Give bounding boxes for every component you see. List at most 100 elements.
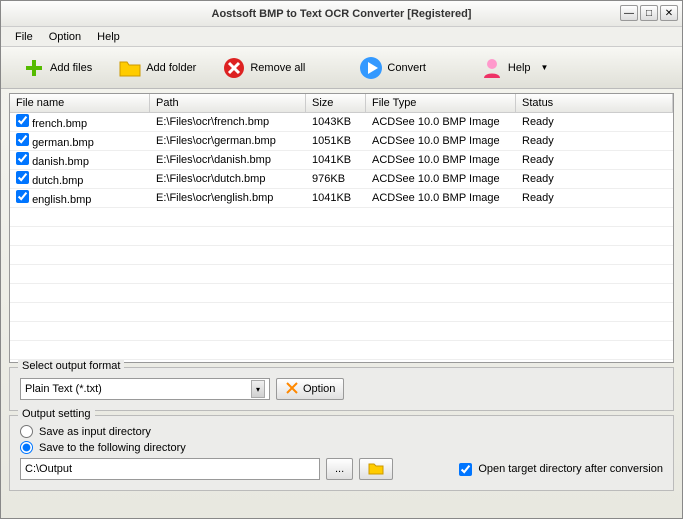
file-status: Ready bbox=[516, 153, 673, 167]
empty-row bbox=[10, 284, 673, 303]
row-checkbox[interactable] bbox=[16, 114, 29, 127]
file-status: Ready bbox=[516, 172, 673, 186]
toolbar: Add files Add folder Remove all Convert bbox=[1, 47, 682, 89]
file-name: french.bmp bbox=[32, 118, 87, 130]
play-icon bbox=[359, 56, 383, 80]
help-button[interactable]: Help ▼ bbox=[469, 51, 560, 85]
format-selected: Plain Text (*.txt) bbox=[25, 383, 102, 395]
open-folder-button[interactable] bbox=[359, 458, 393, 480]
table-row[interactable]: english.bmp E:\Files\ocr\english.bmp1041K… bbox=[10, 189, 673, 208]
remove-all-label: Remove all bbox=[250, 62, 305, 74]
file-size: 976KB bbox=[306, 172, 366, 186]
open-after-label: Open target directory after conversion bbox=[478, 463, 663, 475]
folder-icon bbox=[118, 56, 142, 80]
file-size: 1043KB bbox=[306, 115, 366, 129]
output-setting-group: Output setting Save as input directory S… bbox=[9, 415, 674, 491]
convert-label: Convert bbox=[387, 62, 426, 74]
output-path-input[interactable] bbox=[20, 458, 320, 480]
output-legend: Output setting bbox=[18, 408, 95, 420]
save-as-input-radio[interactable] bbox=[20, 425, 33, 438]
file-name: dutch.bmp bbox=[32, 175, 83, 187]
file-path: E:\Files\ocr\danish.bmp bbox=[150, 153, 306, 167]
add-files-label: Add files bbox=[50, 62, 92, 74]
menubar: File Option Help bbox=[1, 27, 682, 47]
table-row[interactable]: german.bmp E:\Files\ocr\german.bmp1051KBA… bbox=[10, 132, 673, 151]
browse-label: ... bbox=[335, 463, 344, 475]
file-type: ACDSee 10.0 BMP Image bbox=[366, 172, 516, 186]
list-body: french.bmpE:\Files\ocr\french.bmp1043KBA… bbox=[10, 113, 673, 360]
file-name: german.bmp bbox=[32, 137, 94, 149]
menu-help[interactable]: Help bbox=[89, 29, 128, 45]
file-type: ACDSee 10.0 BMP Image bbox=[366, 191, 516, 205]
row-checkbox[interactable] bbox=[16, 133, 29, 146]
row-checkbox[interactable] bbox=[16, 190, 29, 203]
empty-row bbox=[10, 227, 673, 246]
close-button[interactable]: ✕ bbox=[660, 5, 678, 21]
row-checkbox[interactable] bbox=[16, 171, 29, 184]
save-as-input-label: Save as input directory bbox=[39, 426, 151, 438]
file-path: E:\Files\ocr\french.bmp bbox=[150, 115, 306, 129]
file-size: 1051KB bbox=[306, 134, 366, 148]
menu-file[interactable]: File bbox=[7, 29, 41, 45]
convert-button[interactable]: Convert bbox=[348, 51, 437, 85]
add-files-button[interactable]: Add files bbox=[11, 51, 103, 85]
folder-open-icon bbox=[368, 461, 384, 478]
file-status: Ready bbox=[516, 191, 673, 205]
tool-icon bbox=[285, 381, 299, 398]
save-to-following-radio[interactable] bbox=[20, 441, 33, 454]
option-label: Option bbox=[303, 383, 335, 395]
table-row[interactable]: french.bmp E:\Files\ocr\french.bmp1043KBA… bbox=[10, 113, 673, 132]
format-legend: Select output format bbox=[18, 360, 124, 372]
chevron-down-icon: ▾ bbox=[251, 380, 265, 398]
minimize-button[interactable]: — bbox=[620, 5, 638, 21]
browse-button[interactable]: ... bbox=[326, 458, 353, 480]
open-after-checkbox[interactable] bbox=[459, 463, 472, 476]
person-icon bbox=[480, 56, 504, 80]
file-path: E:\Files\ocr\dutch.bmp bbox=[150, 172, 306, 186]
add-folder-label: Add folder bbox=[146, 62, 196, 74]
main-window: Aostsoft BMP to Text OCR Converter [Regi… bbox=[0, 0, 683, 519]
file-type: ACDSee 10.0 BMP Image bbox=[366, 115, 516, 129]
file-type: ACDSee 10.0 BMP Image bbox=[366, 134, 516, 148]
empty-row bbox=[10, 303, 673, 322]
file-type: ACDSee 10.0 BMP Image bbox=[366, 153, 516, 167]
col-status[interactable]: Status bbox=[516, 94, 673, 112]
file-name: danish.bmp bbox=[32, 156, 89, 168]
empty-row bbox=[10, 246, 673, 265]
dropdown-arrow-icon: ▼ bbox=[541, 63, 549, 72]
option-button[interactable]: Option bbox=[276, 378, 344, 400]
col-filename[interactable]: File name bbox=[10, 94, 150, 112]
save-to-following-label: Save to the following directory bbox=[39, 442, 186, 454]
table-row[interactable]: dutch.bmp E:\Files\ocr\dutch.bmp976KBACDS… bbox=[10, 170, 673, 189]
remove-all-button[interactable]: Remove all bbox=[211, 51, 316, 85]
window-controls: — □ ✕ bbox=[620, 5, 678, 21]
row-checkbox[interactable] bbox=[16, 152, 29, 165]
col-path[interactable]: Path bbox=[150, 94, 306, 112]
help-label: Help bbox=[508, 62, 531, 74]
output-format-group: Select output format Plain Text (*.txt) … bbox=[9, 367, 674, 411]
file-status: Ready bbox=[516, 115, 673, 129]
window-title: Aostsoft BMP to Text OCR Converter [Regi… bbox=[212, 8, 472, 20]
file-path: E:\Files\ocr\english.bmp bbox=[150, 191, 306, 205]
file-list[interactable]: File name Path Size File Type Status fre… bbox=[9, 93, 674, 363]
file-size: 1041KB bbox=[306, 191, 366, 205]
empty-row bbox=[10, 265, 673, 284]
maximize-button[interactable]: □ bbox=[640, 5, 658, 21]
file-path: E:\Files\ocr\german.bmp bbox=[150, 134, 306, 148]
empty-row bbox=[10, 341, 673, 360]
table-row[interactable]: danish.bmp E:\Files\ocr\danish.bmp1041KBA… bbox=[10, 151, 673, 170]
col-type[interactable]: File Type bbox=[366, 94, 516, 112]
file-status: Ready bbox=[516, 134, 673, 148]
file-size: 1041KB bbox=[306, 153, 366, 167]
col-size[interactable]: Size bbox=[306, 94, 366, 112]
menu-option[interactable]: Option bbox=[41, 29, 89, 45]
add-folder-button[interactable]: Add folder bbox=[107, 51, 207, 85]
list-header: File name Path Size File Type Status bbox=[10, 94, 673, 113]
file-name: english.bmp bbox=[32, 194, 91, 206]
titlebar: Aostsoft BMP to Text OCR Converter [Regi… bbox=[1, 1, 682, 27]
format-select[interactable]: Plain Text (*.txt) ▾ bbox=[20, 378, 270, 400]
plus-icon bbox=[22, 56, 46, 80]
open-after-row[interactable]: Open target directory after conversion bbox=[459, 463, 663, 476]
empty-row bbox=[10, 208, 673, 227]
remove-icon bbox=[222, 56, 246, 80]
